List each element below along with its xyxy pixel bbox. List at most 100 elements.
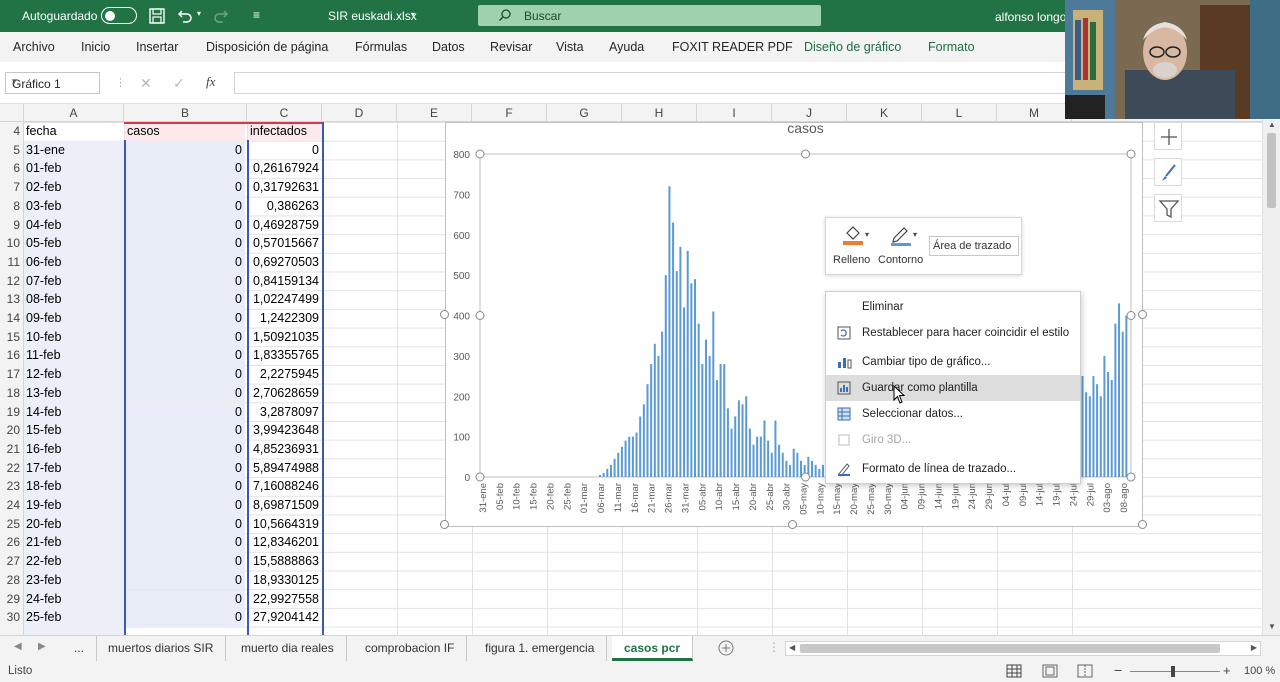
horizontal-scrollbar[interactable]: ◀ ▶ [785,641,1261,656]
cell-c[interactable]: 7,16088246 [248,477,322,496]
cell-b[interactable]: 0 [125,402,245,422]
cell-a[interactable]: 02-feb [26,178,122,197]
scroll-up-icon[interactable]: ▲ [1268,120,1276,129]
tab-vista[interactable]: Vista [556,40,584,54]
cell-c[interactable]: 3,99423648 [248,421,322,440]
undo-icon[interactable] [176,7,194,25]
title-dropdown-icon[interactable]: ▾ [411,10,415,19]
cell-a[interactable]: 24-feb [26,590,122,609]
cell-c[interactable]: 1,02247499 [248,290,322,309]
cell-b[interactable]: 0 [125,439,245,459]
cell-a[interactable]: 01-feb [26,159,122,178]
insert-function-icon[interactable]: fx [206,74,215,90]
row-header[interactable]: 4 [0,122,24,141]
cell-c[interactable]: 0,84159134 [248,272,322,291]
customize-toolbar-icon[interactable]: ≡ [253,8,260,22]
undo-dropdown-icon[interactable]: ▾ [197,9,201,18]
cell-b[interactable]: casos [125,122,245,141]
cell-b[interactable]: 0 [125,178,245,197]
row-header[interactable]: 30 [0,608,24,627]
cell-b[interactable]: 0 [125,552,245,571]
col-header-j[interactable]: J [772,104,847,122]
cell-b[interactable]: 0 [125,514,245,534]
cell-b[interactable]: 0 [125,271,245,291]
row-header[interactable]: 28 [0,571,24,590]
cell-c[interactable]: 4,85236931 [248,440,322,459]
vertical-scroll-thumb[interactable] [1267,133,1276,208]
cell-b[interactable]: 0 [125,140,245,160]
search-box[interactable]: Buscar [478,5,821,26]
cell-c[interactable]: 27,9204142 [248,608,322,627]
scroll-down-icon[interactable]: ▼ [1268,622,1276,631]
cell-a[interactable]: 13-feb [26,384,122,403]
cell-c[interactable]: 22,9927558 [248,590,322,609]
cell-c[interactable]: 1,83355765 [248,346,322,365]
sheet-tab[interactable]: figura 1. emergencia [473,636,608,661]
row-header[interactable]: 7 [0,178,24,197]
sheet-tab-active[interactable]: casos pcr [612,636,694,661]
cell-b[interactable]: 0 [125,159,245,179]
resize-handle[interactable] [440,520,449,529]
col-header-i[interactable]: I [697,104,772,122]
chart-filters-button[interactable] [1154,194,1182,222]
vertical-scrollbar[interactable]: ▲ ▼ [1262,119,1280,635]
file-title[interactable]: SIR euskadi.xlsx [328,9,417,23]
cell-b[interactable]: 0 [125,327,245,347]
cell-c[interactable]: 10,5664319 [248,515,322,534]
cell-a[interactable]: 03-feb [26,197,122,216]
cell-c[interactable]: 18,9330125 [248,571,322,590]
menu-item-seleccionar-datos[interactable]: Seleccionar datos... [826,401,1080,427]
cell-c[interactable]: 0,46928759 [248,216,322,235]
cancel-icon[interactable]: ✕ [140,75,152,92]
row-header[interactable]: 19 [0,403,24,422]
zoom-slider[interactable] [1130,671,1220,672]
cell-b[interactable]: 0 [125,365,245,384]
col-header-h[interactable]: H [622,104,697,122]
user-name[interactable]: alfonso longo [995,10,1066,24]
redo-icon[interactable] [212,7,230,25]
cell-c[interactable]: 0,386263 [248,197,322,216]
cell-c[interactable]: infectados [248,122,322,141]
cell-a[interactable]: 31-ene [26,141,122,160]
chart-elements-button[interactable] [1154,122,1182,150]
chart-element-select[interactable]: Área de trazado [929,236,1019,256]
row-header[interactable]: 23 [0,477,24,496]
cell-a[interactable]: 08-feb [26,290,122,309]
tab-revisar[interactable]: Revisar [490,40,532,54]
cell-c[interactable]: 5,89474988 [248,459,322,478]
cell-c[interactable]: 8,69871509 [248,496,322,515]
row-header[interactable]: 20 [0,421,24,440]
row-header[interactable]: 5 [0,141,24,160]
cell-a[interactable]: 18-feb [26,477,122,496]
cell-a[interactable]: 16-feb [26,440,122,459]
cell-a[interactable]: 06-feb [26,253,122,272]
col-header-a[interactable]: A [24,104,124,122]
cell-c[interactable]: 2,2275945 [248,365,322,384]
menu-item-guardar-plantilla[interactable]: Guardar como plantilla [826,375,1080,401]
tab-formato[interactable]: Formato [928,40,975,54]
cell-b[interactable]: 0 [125,421,245,440]
cell-c[interactable]: 1,2422309 [248,309,322,328]
fill-dropdown-icon[interactable]: ▾ [865,230,869,239]
cell-b[interactable]: 0 [125,252,245,272]
col-header-b[interactable]: B [124,104,247,122]
cell-b[interactable]: 0 [125,215,245,235]
row-header[interactable]: 25 [0,515,24,534]
col-header-c[interactable]: C [247,104,322,122]
row-header[interactable]: 10 [0,234,24,253]
normal-view-icon[interactable] [1006,664,1022,678]
menu-item-cambiar-tipo[interactable]: Cambiar tipo de gráfico... [826,349,1080,375]
col-header-e[interactable]: E [397,104,472,122]
scroll-left-icon[interactable]: ◀ [789,643,795,652]
cell-c[interactable]: 0,57015667 [248,234,322,253]
cell-b[interactable]: 0 [125,346,245,366]
row-header[interactable]: 22 [0,459,24,478]
cell-b[interactable]: 0 [125,570,245,590]
cell-a[interactable]: 07-feb [26,272,122,291]
cell-a[interactable]: 11-feb [26,346,122,365]
resize-handle[interactable] [1138,310,1147,319]
row-header[interactable]: 14 [0,309,24,328]
cell-c[interactable]: 0 [248,141,322,160]
cell-b[interactable]: 0 [125,477,245,496]
cell-a[interactable]: 12-feb [26,365,122,384]
